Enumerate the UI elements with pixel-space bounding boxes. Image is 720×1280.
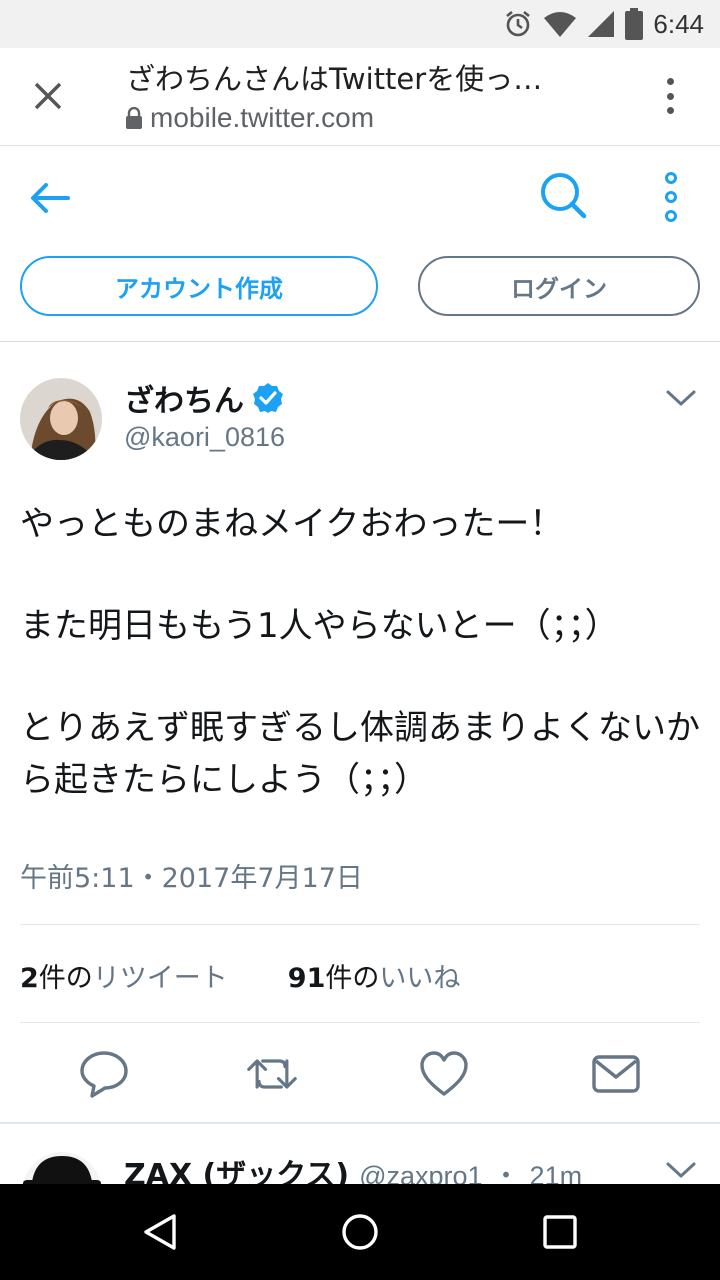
tweet-text: やっとものまねメイクおわったー！ また明日ももう1人やらないとー（；；） とりあ… xyxy=(20,498,706,806)
page-title: ざわちんさんはTwitterを使っ… xyxy=(126,62,543,96)
signup-button[interactable]: アカウント作成 xyxy=(20,256,378,316)
tweet: ざわちん @kaori_0816 やっとものまねメイクおわったー！ また明日もも… xyxy=(0,342,720,1122)
like-count-unit: 件の xyxy=(325,963,380,994)
tweet-actions xyxy=(0,1042,720,1106)
status-bar: 6:44 xyxy=(0,0,720,48)
search-icon[interactable] xyxy=(538,170,588,220)
nav-recents-icon[interactable] xyxy=(542,1214,578,1250)
overflow-menu-dot xyxy=(666,107,674,114)
clock-time: 6:44 xyxy=(653,8,704,39)
tweet-paragraph: やっとものまねメイクおわったー！ xyxy=(20,504,564,544)
like-count-label: いいね xyxy=(379,963,461,994)
tweet-time[interactable]: 21m xyxy=(530,1161,583,1184)
url-bar[interactable]: mobile.twitter.com xyxy=(126,102,374,134)
retweet-count-unit: 件の xyxy=(38,963,93,994)
nav-home-icon[interactable] xyxy=(340,1212,380,1252)
retweet-count-label: リツイート xyxy=(92,963,228,994)
author-handle[interactable]: @zaxpro1 xyxy=(359,1161,482,1184)
retweet-count[interactable]: 2件のリツイート xyxy=(20,956,228,995)
alarm-icon xyxy=(506,10,531,37)
divider xyxy=(20,924,700,925)
next-tweet[interactable]: ZAX (ザックス) @zaxpro1 ・ 21m xyxy=(0,1124,720,1184)
status-icons: 6:44 xyxy=(503,0,704,48)
message-icon[interactable] xyxy=(590,1048,642,1100)
like-count-number: 91 xyxy=(287,963,326,994)
chevron-down-icon[interactable] xyxy=(664,386,698,410)
display-name[interactable]: ざわちん xyxy=(124,376,244,420)
system-nav-bar xyxy=(0,1184,720,1280)
overflow-menu-icon xyxy=(666,78,674,85)
author-row: ざわちん xyxy=(124,376,284,420)
separator-dot: ・ xyxy=(492,1161,520,1184)
nav-back-icon[interactable] xyxy=(140,1212,180,1252)
signal-icon xyxy=(588,11,615,37)
author-handle[interactable]: @kaori_0816 xyxy=(124,422,285,453)
browser-menu-button[interactable] xyxy=(660,76,680,116)
like-icon[interactable] xyxy=(418,1048,470,1100)
close-icon xyxy=(34,82,62,110)
page-url: mobile.twitter.com xyxy=(150,102,375,133)
login-button[interactable]: ログイン xyxy=(418,256,700,316)
chevron-down-icon[interactable] xyxy=(664,1158,698,1182)
next-tweet-author-row: ZAX (ザックス) @zaxpro1 ・ 21m xyxy=(124,1150,582,1184)
tweet-paragraph: とりあえず眠すぎるし体調あまりよくないから起きたらにしよう（；；） xyxy=(20,708,700,800)
browser-toolbar: ざわちんさんはTwitterを使っ… mobile.twitter.com xyxy=(0,48,720,146)
twitter-header: アカウント作成 ログイン xyxy=(0,146,720,342)
tweet-timestamp[interactable]: 午前5:11・2017年7月17日 xyxy=(20,856,363,895)
reply-icon[interactable] xyxy=(78,1048,130,1100)
display-name[interactable]: ZAX (ザックス) xyxy=(124,1150,349,1184)
retweet-count-number: 2 xyxy=(20,963,39,994)
tweet-paragraph: また明日ももう1人やらないとー（；；） xyxy=(20,606,619,646)
divider xyxy=(20,1022,700,1023)
back-arrow-icon[interactable] xyxy=(26,174,74,222)
battery-icon xyxy=(625,8,644,40)
more-icon[interactable] xyxy=(660,172,682,222)
avatar[interactable] xyxy=(22,1152,102,1184)
retweet-icon[interactable] xyxy=(246,1048,298,1100)
close-tab-button[interactable] xyxy=(26,74,70,118)
overflow-menu-dot xyxy=(666,92,674,100)
verified-badge-icon xyxy=(253,383,283,413)
like-count[interactable]: 91件のいいね xyxy=(288,956,461,995)
avatar-image xyxy=(22,1152,102,1184)
tweet-stats: 2件のリツイート 91件のいいね xyxy=(20,956,460,995)
avatar-image xyxy=(20,378,102,460)
lock-icon xyxy=(126,107,142,129)
wifi-icon xyxy=(544,12,577,37)
avatar[interactable] xyxy=(20,378,102,460)
